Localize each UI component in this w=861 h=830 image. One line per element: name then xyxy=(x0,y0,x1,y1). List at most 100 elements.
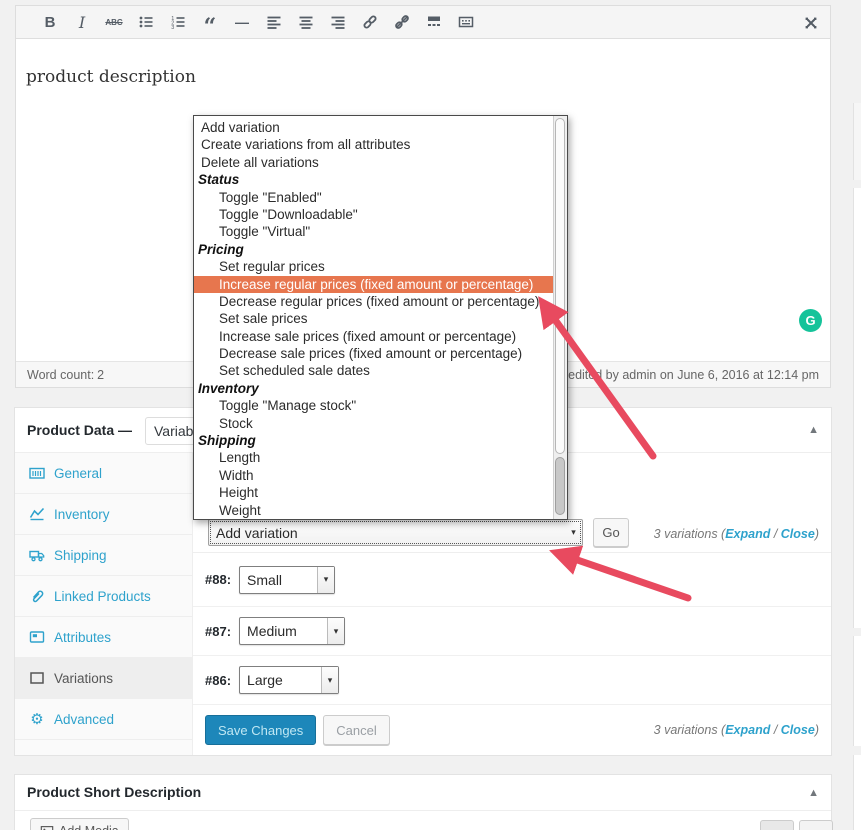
dropdown-option[interactable]: Status xyxy=(194,171,553,188)
square-icon xyxy=(29,670,45,686)
product-data-title: Product Data — xyxy=(27,422,133,438)
dropdown-option[interactable]: Weight xyxy=(194,502,553,519)
short-description-metabox: Product Short Description ▲ Add Media xyxy=(15,775,833,830)
numbered-list-button[interactable]: 123 xyxy=(163,9,193,35)
bulk-actions-select[interactable]: Add variation ▾ xyxy=(208,519,583,546)
tab-label: Shipping xyxy=(54,547,107,563)
gear-icon: ⚙ xyxy=(30,711,44,728)
tab-inventory[interactable]: Inventory xyxy=(15,494,192,535)
editor-mode-tab-stub-1[interactable] xyxy=(760,820,794,830)
tab-advanced[interactable]: ⚙ Advanced xyxy=(15,699,192,740)
italic-button[interactable]: I xyxy=(67,9,97,35)
go-button[interactable]: Go xyxy=(593,518,629,547)
dropdown-option[interactable]: Pricing xyxy=(194,241,553,258)
strikethrough-button[interactable]: ABC xyxy=(99,9,129,35)
variations-toolbar-row: Add variation ▾ Go 3 variations (Expand … xyxy=(193,515,831,553)
dropdown-option[interactable]: Stock xyxy=(194,415,553,432)
align-center-icon xyxy=(299,16,313,29)
dropdown-option[interactable]: Set scheduled sale dates xyxy=(194,362,553,379)
align-left-button[interactable] xyxy=(259,9,289,35)
dropdown-option[interactable]: Increase sale prices (fixed amount or pe… xyxy=(194,328,553,345)
toolbar-toggle-icon xyxy=(458,16,474,28)
dropdown-option[interactable]: Width xyxy=(194,467,553,484)
tab-label: General xyxy=(54,465,103,481)
unlink-icon xyxy=(395,15,409,29)
dropdown-option[interactable]: Decrease regular prices (fixed amount or… xyxy=(194,293,553,310)
dropdown-option[interactable]: Inventory xyxy=(194,380,553,397)
variation-attribute-select[interactable]: Small ▾ xyxy=(239,565,336,594)
toolbar-toggle-button[interactable] xyxy=(451,9,481,35)
scrollbar-slider[interactable] xyxy=(555,457,565,515)
tab-label: Variations xyxy=(54,670,114,686)
dropdown-scrollbar[interactable] xyxy=(553,116,567,519)
dropdown-option[interactable]: Set sale prices xyxy=(194,310,553,327)
more-tag-button[interactable] xyxy=(419,9,449,35)
blockquote-button[interactable]: “ xyxy=(195,9,225,40)
dropdown-option[interactable]: Delete all variations xyxy=(194,154,553,171)
description-text: product description xyxy=(26,67,196,87)
horizontal-rule-button[interactable]: — xyxy=(227,9,257,35)
align-right-button[interactable] xyxy=(323,9,353,35)
variations-summary: 3 variations (Expand / Close) xyxy=(653,723,819,737)
dropdown-option[interactable]: Toggle "Virtual" xyxy=(194,223,553,240)
collapse-arrow-icon[interactable]: ▲ xyxy=(808,787,819,799)
tab-label: Advanced xyxy=(54,711,115,727)
short-description-title: Product Short Description xyxy=(27,784,202,800)
variation-attribute-select[interactable]: Medium ▾ xyxy=(239,617,346,645)
add-media-label: Add Media xyxy=(59,824,119,830)
variation-value: Medium xyxy=(247,623,297,639)
dropdown-option[interactable]: Toggle "Enabled" xyxy=(194,189,553,206)
save-changes-button[interactable]: Save Changes xyxy=(205,715,317,745)
expand-link[interactable]: Expand xyxy=(725,723,770,737)
fullscreen-button[interactable] xyxy=(796,10,826,36)
numbered-list-icon: 123 xyxy=(171,16,185,30)
expand-link[interactable]: Expand xyxy=(725,527,770,541)
dropdown-option[interactable]: Shipping xyxy=(194,432,553,449)
media-icon xyxy=(40,826,54,830)
variation-attribute-select[interactable]: Large ▾ xyxy=(239,666,340,694)
right-column-edge xyxy=(853,636,861,746)
unlink-button[interactable] xyxy=(387,9,417,35)
dropdown-option[interactable]: Increase regular prices (fixed amount or… xyxy=(194,275,553,293)
variation-id: #86: xyxy=(205,672,232,688)
dropdown-option[interactable]: Length xyxy=(194,449,553,466)
close-link[interactable]: Close xyxy=(781,527,815,541)
editor-toolbar: B I ABC 123 “ — xyxy=(16,6,830,39)
dropdown-option[interactable]: Decrease sale prices (fixed amount or pe… xyxy=(194,345,553,362)
dropdown-option[interactable]: Add variation xyxy=(194,119,553,136)
bold-button[interactable]: B xyxy=(35,9,65,35)
tab-linked-products[interactable]: Linked Products xyxy=(15,576,192,617)
dropdown-option[interactable]: Toggle "Downloadable" xyxy=(194,206,553,223)
dropdown-option[interactable]: Create variations from all attributes xyxy=(194,136,553,153)
product-data-tabs: General Inventory Shipping Linked Produc… xyxy=(15,453,193,755)
bullet-list-button[interactable] xyxy=(131,9,161,35)
bold-icon: B xyxy=(44,13,56,31)
add-media-button[interactable]: Add Media xyxy=(30,818,129,830)
tab-attributes[interactable]: Attributes xyxy=(15,617,192,658)
select-arrow-icon: ▾ xyxy=(571,527,576,537)
strikethrough-icon: ABC xyxy=(105,17,123,27)
tab-general[interactable]: General xyxy=(15,453,192,494)
scrollbar-thumb[interactable] xyxy=(555,118,565,454)
link-button[interactable] xyxy=(355,9,385,35)
dropdown-option[interactable]: Toggle "Manage stock" xyxy=(194,397,553,414)
tab-shipping[interactable]: Shipping xyxy=(15,535,192,576)
collapse-arrow-icon[interactable]: ▲ xyxy=(808,424,819,436)
tab-label: Inventory xyxy=(54,506,110,522)
blockquote-icon: “ xyxy=(203,14,217,40)
variation-value: Small xyxy=(247,571,283,588)
italic-icon: I xyxy=(78,12,86,32)
area-chart-icon xyxy=(29,506,45,522)
grammarly-icon[interactable]: G xyxy=(799,309,822,332)
select-arrow-icon: ▾ xyxy=(327,618,345,644)
close-link[interactable]: Close xyxy=(781,723,815,737)
dropdown-options-list: Add variation Create variations from all… xyxy=(194,116,553,519)
dropdown-option[interactable]: Height xyxy=(194,484,553,501)
dropdown-option[interactable]: Set regular prices xyxy=(194,258,553,275)
cancel-button[interactable]: Cancel xyxy=(323,715,390,745)
align-center-button[interactable] xyxy=(291,9,321,35)
tab-variations[interactable]: Variations xyxy=(15,658,192,699)
editor-mode-tab-stub-2[interactable] xyxy=(799,820,833,830)
align-right-icon xyxy=(331,16,345,29)
paperclip-icon xyxy=(29,588,45,604)
